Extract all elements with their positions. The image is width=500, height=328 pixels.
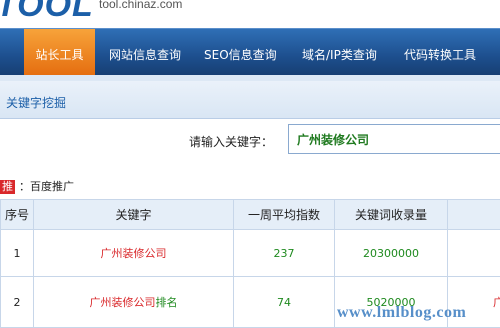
nav-item-site-info[interactable]: 网站信息查询 — [109, 29, 181, 75]
cell-index: 2 — [1, 277, 34, 328]
main-nav: 站长工具 网站信息查询 SEO信息查询 域名/IP类查询 代码转换工具 — [0, 28, 500, 75]
col-header-indexed[interactable]: 关键词收录量 — [335, 200, 448, 230]
cell-weekly-index: 74 — [234, 277, 335, 328]
nav-item-seo-info[interactable]: SEO信息查询 — [204, 29, 277, 75]
site-url: tool.chinaz.com — [99, 0, 182, 11]
cell-index: 1 — [1, 230, 34, 277]
table-header-row: 序号 关键字 一周平均指数 关键词收录量 — [1, 200, 500, 230]
promo-badge: 推 — [0, 180, 15, 194]
keyword-suffix[interactable]: 排名 — [156, 296, 178, 309]
table-row: 1 广州装修公司 237 20300000 — [1, 230, 500, 277]
keyword-link[interactable]: 广州装修公司 — [90, 296, 156, 309]
watermark: www.lmlblog.com — [337, 304, 466, 322]
cell-weekly-index: 237 — [234, 230, 335, 277]
cell-keyword: 广州装修公司排名 — [34, 277, 234, 328]
keyword-input[interactable] — [288, 124, 500, 154]
cell-keyword: 广州装修公司 — [34, 230, 234, 277]
cell-extra — [448, 230, 500, 277]
col-header-keyword[interactable]: 关键字 — [34, 200, 234, 230]
promo-text: ：百度推广 — [19, 180, 74, 193]
site-header: TOOL tool.chinaz.com — [0, 0, 500, 28]
nav-item-webmaster-tools[interactable]: 站长工具 — [24, 29, 95, 75]
keyword-link[interactable]: 广州装修公司 — [101, 247, 167, 260]
title-bar: 关键字挖掘 — [0, 81, 500, 119]
search-label: 请输入关键字： — [189, 133, 273, 150]
nav-item-code-convert[interactable]: 代码转换工具 — [404, 29, 476, 75]
page-title: 关键字挖掘 — [6, 94, 66, 111]
col-header-index[interactable]: 序号 — [1, 200, 34, 230]
col-header-extra — [448, 200, 500, 230]
col-header-weekly-index[interactable]: 一周平均指数 — [234, 200, 335, 230]
site-logo[interactable]: TOOL — [0, 0, 94, 25]
cell-indexed: 20300000 — [335, 230, 448, 277]
nav-item-domain-ip[interactable]: 域名/IP类查询 — [302, 29, 377, 75]
promo-tag: 推 ：百度推广 — [0, 178, 74, 194]
